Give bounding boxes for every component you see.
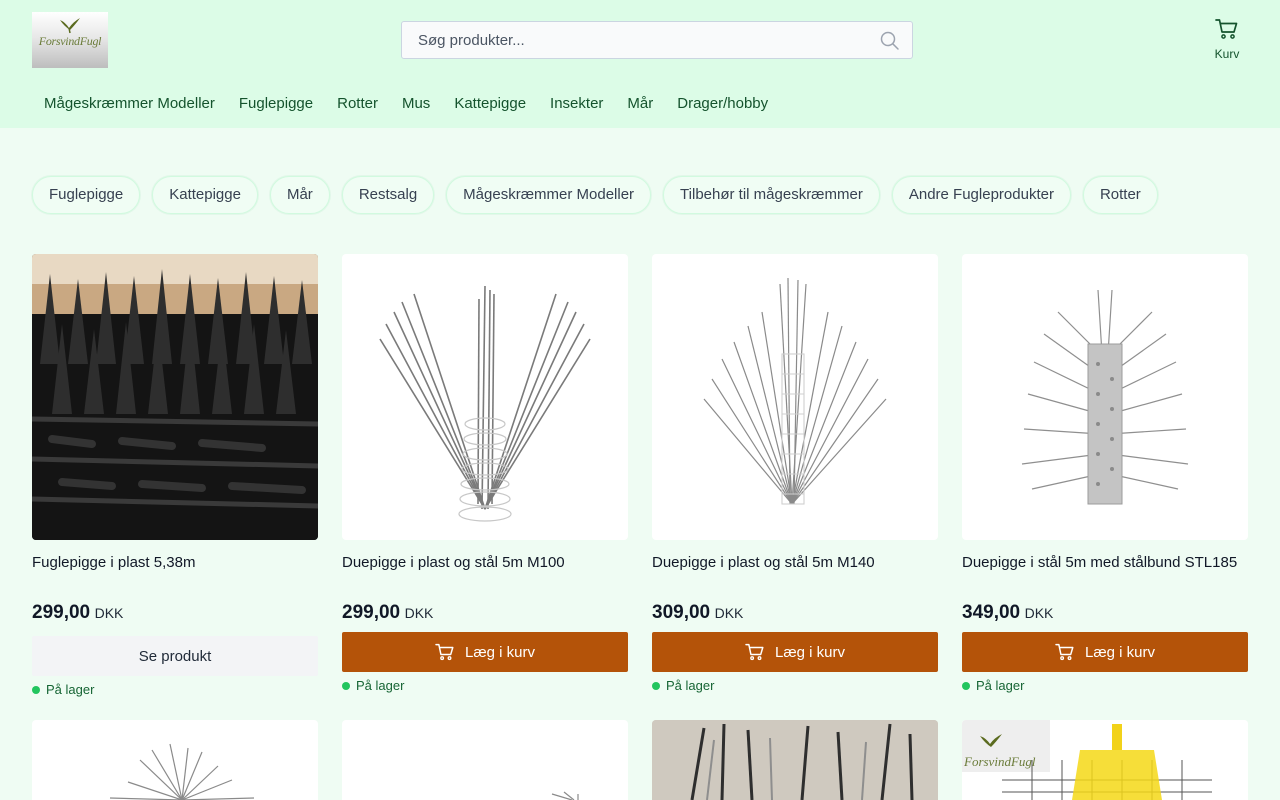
- nav-item-drager-hobby[interactable]: Drager/hobby: [677, 95, 768, 115]
- stock-label: På lager: [666, 678, 715, 693]
- category-chip-mageskraemmer-modeller[interactable]: Mågeskræmmer Modeller: [446, 176, 652, 214]
- nav-item-insekter[interactable]: Insekter: [550, 95, 603, 115]
- add-to-cart-label: Læg i kurv: [1084, 643, 1156, 661]
- view-product-button[interactable]: Se produkt: [32, 636, 318, 676]
- product-card: Duepigge i stål 5m med stålbund STL185 3…: [962, 254, 1248, 693]
- search-input[interactable]: [402, 22, 872, 58]
- stock-status: På lager: [652, 678, 938, 693]
- product-image[interactable]: [652, 720, 938, 800]
- bird-logo-icon: [60, 18, 80, 34]
- product-image[interactable]: [652, 254, 938, 540]
- in-stock-dot-icon: [32, 685, 40, 694]
- category-chip-restsalg[interactable]: Restsalg: [341, 176, 435, 214]
- cart-label: Kurv: [1214, 47, 1240, 61]
- add-to-cart-button[interactable]: Læg i kurv: [342, 632, 628, 672]
- search-icon[interactable]: [880, 31, 900, 51]
- product-price: 299,00 DKK: [32, 602, 318, 626]
- in-stock-dot-icon: [652, 681, 660, 690]
- product-name[interactable]: Duepigge i plast og stål 5m M140: [652, 554, 938, 574]
- price-amount: 309,00: [652, 602, 711, 623]
- add-to-cart-label: Læg i kurv: [774, 643, 846, 661]
- product-image[interactable]: [32, 720, 318, 800]
- search-bar[interactable]: [401, 21, 913, 59]
- stock-status: På lager: [32, 682, 318, 697]
- stock-label: På lager: [46, 682, 95, 697]
- price-amount: 349,00: [962, 602, 1021, 623]
- cart-icon: [1215, 19, 1238, 39]
- logo-text: ForsvindFugl: [38, 34, 102, 48]
- stock-status: På lager: [342, 678, 628, 693]
- product-image[interactable]: [342, 720, 628, 800]
- nav-item-mageskraemmer-modeller[interactable]: Mågeskræmmer Modeller: [44, 95, 215, 115]
- logo-text: ForsvindFugl: [964, 754, 1036, 769]
- category-chips: Fuglepigge Kattepigge Mår Restsalg Måges…: [32, 176, 1158, 214]
- nav-item-mar[interactable]: Mår: [627, 95, 653, 115]
- product-name[interactable]: Fuglepigge i plast 5,38m: [32, 554, 318, 574]
- cart-icon: [745, 643, 764, 661]
- in-stock-dot-icon: [962, 681, 970, 690]
- product-price: 299,00 DKK: [342, 602, 628, 626]
- nav-item-fuglepigge[interactable]: Fuglepigge: [239, 95, 313, 115]
- price-currency: DKK: [404, 605, 434, 621]
- category-chip-fuglepigge[interactable]: Fuglepigge: [32, 176, 141, 214]
- cart-icon: [435, 643, 454, 661]
- product-price: 309,00 DKK: [652, 602, 938, 626]
- category-chip-tilbehor[interactable]: Tilbehør til mågeskræmmer: [663, 176, 880, 214]
- category-chip-rotter[interactable]: Rotter: [1082, 176, 1158, 214]
- cart-button[interactable]: Kurv: [1206, 18, 1248, 62]
- product-name[interactable]: Duepigge i plast og stål 5m M100: [342, 554, 628, 574]
- site-header: ForsvindFugl Kurv Mågeskræmmer Modeller …: [0, 0, 1280, 128]
- price-currency: DKK: [1024, 605, 1054, 621]
- price-amount: 299,00: [32, 602, 91, 623]
- category-chip-kattepigge[interactable]: Kattepigge: [152, 176, 258, 214]
- stock-status: På lager: [962, 678, 1248, 693]
- price-currency: DKK: [94, 605, 124, 621]
- main-nav: Mågeskræmmer Modeller Fuglepigge Rotter …: [44, 95, 768, 115]
- in-stock-dot-icon: [342, 681, 350, 690]
- category-chip-mar[interactable]: Mår: [269, 176, 330, 214]
- product-image[interactable]: ForsvindFugl: [962, 720, 1248, 800]
- price-amount: 299,00: [342, 602, 401, 623]
- product-image[interactable]: [32, 254, 318, 540]
- site-logo[interactable]: ForsvindFugl: [32, 12, 108, 68]
- product-image[interactable]: [342, 254, 628, 540]
- price-currency: DKK: [714, 605, 744, 621]
- add-to-cart-button[interactable]: Læg i kurv: [652, 632, 938, 672]
- category-chip-andre-fugleprodukter[interactable]: Andre Fugleprodukter: [891, 176, 1071, 214]
- nav-item-mus[interactable]: Mus: [402, 95, 430, 115]
- cart-icon: [1055, 643, 1074, 661]
- product-card: Duepigge i plast og stål 5m M100 299,00 …: [342, 254, 628, 693]
- stock-label: På lager: [356, 678, 405, 693]
- product-image[interactable]: [962, 254, 1248, 540]
- nav-item-kattepigge[interactable]: Kattepigge: [454, 95, 526, 115]
- product-card: Duepigge i plast og stål 5m M140 309,00 …: [652, 254, 938, 693]
- add-to-cart-label: Læg i kurv: [464, 643, 536, 661]
- product-name[interactable]: Duepigge i stål 5m med stålbund STL185: [962, 554, 1248, 574]
- nav-item-rotter[interactable]: Rotter: [337, 95, 378, 115]
- add-to-cart-button[interactable]: Læg i kurv: [962, 632, 1248, 672]
- stock-label: På lager: [976, 678, 1025, 693]
- product-card: Fuglepigge i plast 5,38m 299,00 DKK Se p…: [32, 254, 318, 697]
- product-price: 349,00 DKK: [962, 602, 1248, 626]
